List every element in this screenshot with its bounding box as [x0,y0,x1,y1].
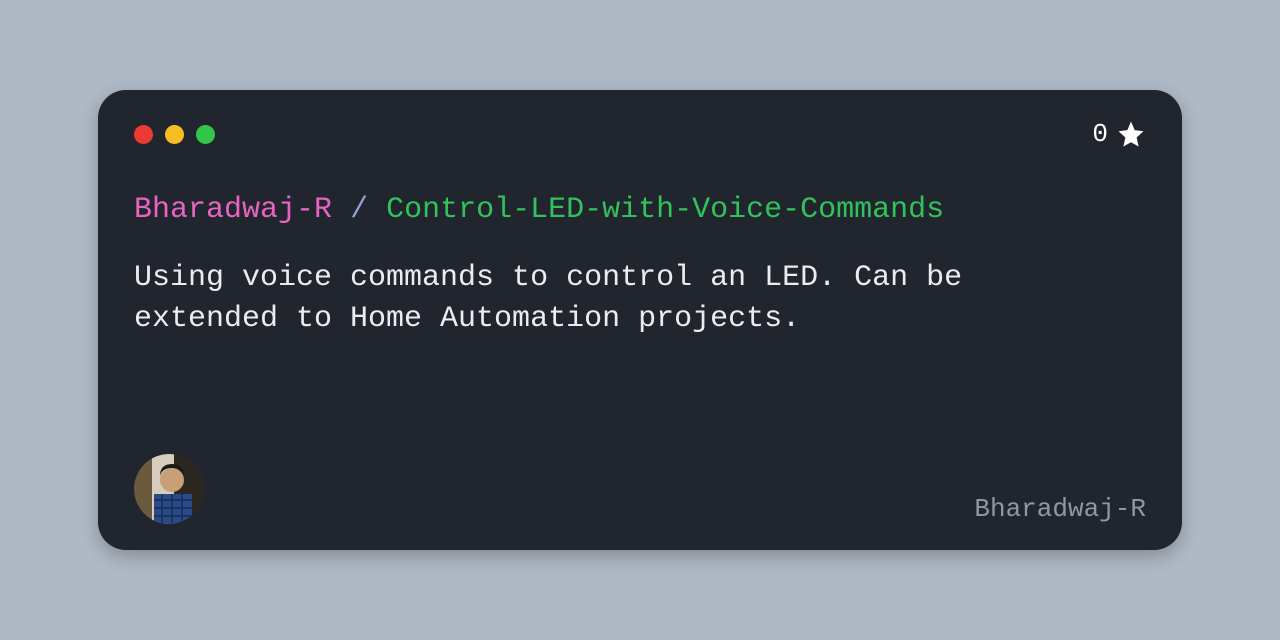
card-footer: Bharadwaj-R [134,454,1146,524]
star-icon [1116,119,1146,149]
repo-owner[interactable]: Bharadwaj-R [134,193,332,227]
avatar[interactable] [134,454,204,524]
repo-description: Using voice commands to control an LED. … [134,258,1054,341]
window-controls [134,125,215,144]
repo-card: 0 Bharadwaj-R / Control-LED-with-Voice-C… [98,90,1182,550]
repo-separator: / [350,193,368,227]
footer-username[interactable]: Bharadwaj-R [974,494,1146,524]
avatar-image [134,454,204,524]
close-icon[interactable] [134,125,153,144]
repo-title: Bharadwaj-R / Control-LED-with-Voice-Com… [134,192,1146,228]
star-count: 0 [1092,119,1108,149]
maximize-icon[interactable] [196,125,215,144]
repo-name[interactable]: Control-LED-with-Voice-Commands [386,193,944,227]
card-topbar: 0 [134,120,1146,148]
minimize-icon[interactable] [165,125,184,144]
star-counter[interactable]: 0 [1092,119,1146,149]
